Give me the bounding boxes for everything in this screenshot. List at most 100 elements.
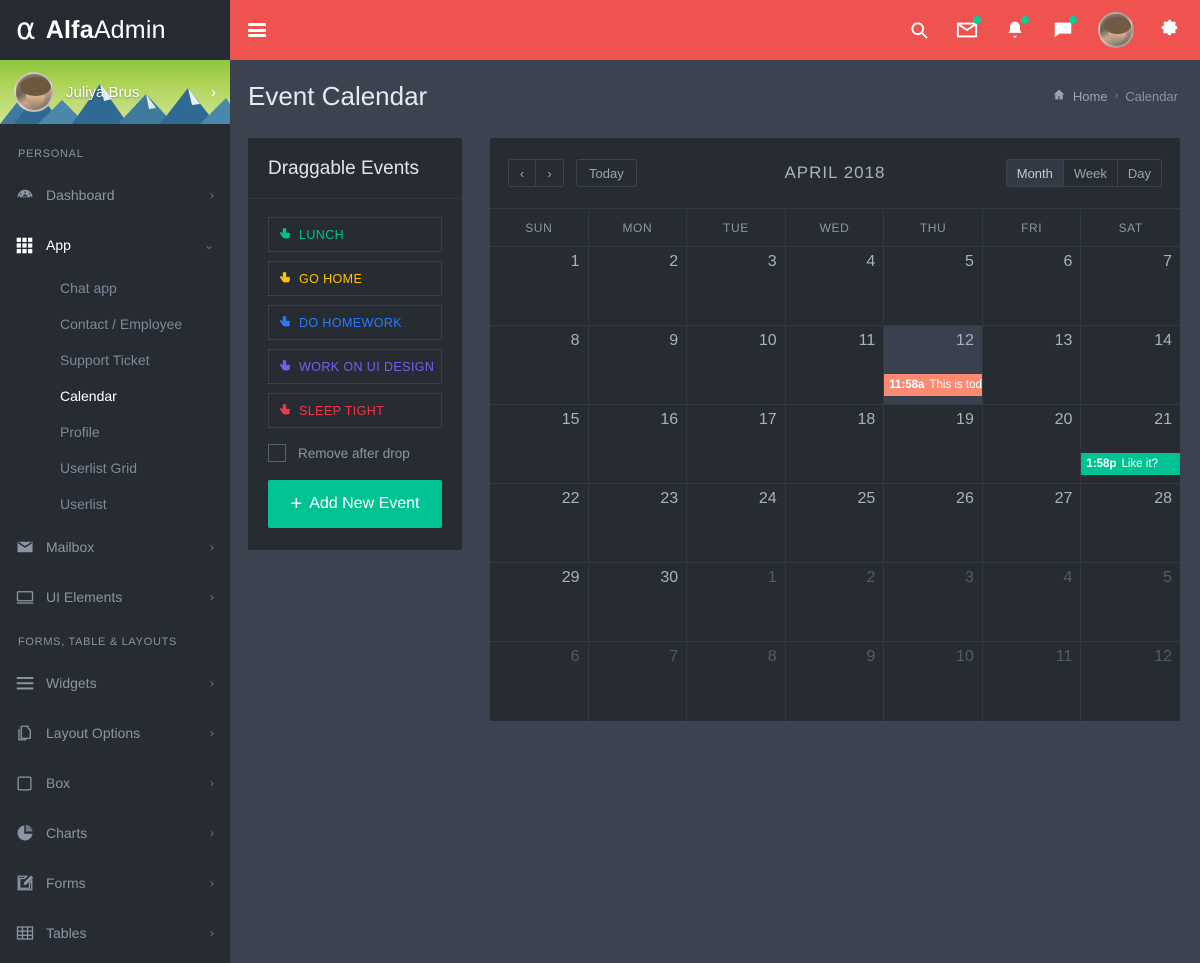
calendar-view-week-button[interactable]: Week — [1063, 159, 1118, 187]
sidebar-subitem-userlist-grid[interactable]: Userlist Grid — [0, 450, 230, 486]
sidebar-item-forms[interactable]: Forms › — [0, 858, 230, 908]
calendar-day-cell[interactable]: 3 — [687, 247, 786, 326]
draggable-event-label: DO HOMEWORK — [299, 315, 403, 330]
gear-icon[interactable] — [1156, 17, 1182, 43]
chevron-right-icon[interactable]: › — [210, 676, 214, 690]
draggable-event-lunch[interactable]: LUNCH — [268, 217, 442, 252]
chevron-right-icon[interactable]: › — [211, 84, 216, 101]
calendar-event[interactable]: 11:58a This is today — [884, 374, 982, 396]
user-avatar[interactable] — [1098, 12, 1134, 48]
add-new-event-button[interactable]: + Add New Event — [268, 480, 442, 528]
chevron-right-icon[interactable]: › — [210, 540, 214, 554]
calendar-day-cell[interactable]: 22 — [490, 484, 589, 563]
calendar-day-cell[interactable]: 4 — [785, 247, 885, 326]
calendar-prev-button[interactable]: ‹ — [508, 159, 536, 187]
calendar-day-cell[interactable]: 4 — [982, 563, 1082, 642]
calendar-day-cell[interactable]: 7 — [589, 642, 688, 721]
calendar-today-button[interactable]: Today — [576, 159, 637, 187]
sidebar-subitem-contact-employee[interactable]: Contact / Employee — [0, 306, 230, 342]
calendar-day-cell[interactable]: 16 — [588, 405, 688, 484]
calendar-day-cell[interactable]: 5 — [884, 247, 983, 326]
calendar-day-number: 8 — [767, 648, 777, 665]
chevron-right-icon[interactable]: › — [210, 776, 214, 790]
sidebar-item-box[interactable]: Box › — [0, 758, 230, 808]
chevron-right-icon[interactable]: › — [210, 590, 214, 604]
calendar-day-cell[interactable]: 2 — [588, 247, 688, 326]
chevron-right-icon[interactable]: › — [210, 188, 214, 202]
sidebar-item-tables[interactable]: Tables › — [0, 908, 230, 958]
chevron-right-icon[interactable]: › — [210, 726, 214, 740]
sidebar-item-label: Tables — [46, 925, 87, 941]
calendar-day-cell[interactable]: 23 — [588, 484, 688, 563]
calendar-day-cell[interactable]: 8 — [490, 326, 589, 405]
calendar-day-cell[interactable]: 30 — [588, 563, 688, 642]
calendar-day-cell[interactable]: 18 — [785, 405, 885, 484]
calendar-day-cell[interactable]: 17 — [687, 405, 786, 484]
chat-icon[interactable] — [1050, 16, 1077, 43]
calendar-day-cell[interactable]: 26 — [884, 484, 983, 563]
mail-icon[interactable] — [954, 16, 981, 43]
calendar-day-cell[interactable]: 8 — [687, 642, 786, 721]
breadcrumb-home[interactable]: Home — [1073, 89, 1108, 104]
calendar-day-cell[interactable]: 9 — [588, 326, 688, 405]
draggable-event-sleep-tight[interactable]: SLEEP TIGHT — [268, 393, 442, 428]
calendar-day-cell[interactable]: 1 — [490, 247, 589, 326]
chevron-right-icon[interactable]: › — [210, 876, 214, 890]
calendar-view-month-button[interactable]: Month — [1005, 159, 1064, 187]
draggable-event-do-homework[interactable]: DO HOMEWORK — [268, 305, 442, 340]
sidebar-subitem-support-ticket[interactable]: Support Ticket — [0, 342, 230, 378]
calendar-day-cell[interactable]: 24 — [687, 484, 786, 563]
calendar-day-cell[interactable]: 11 — [983, 642, 1082, 721]
remove-after-drop-checkbox[interactable] — [268, 444, 286, 462]
calendar-day-cell[interactable]: 28 — [1081, 484, 1180, 563]
search-icon[interactable] — [906, 17, 932, 43]
sidebar-item-ui-elements[interactable]: UI Elements › — [0, 572, 230, 622]
draggable-event-go-home[interactable]: GO HOME — [268, 261, 442, 296]
sidebar-item-dashboard[interactable]: Dashboard › — [0, 170, 230, 220]
calendar-day-cell[interactable]: 27 — [982, 484, 1082, 563]
calendar-day-cell[interactable]: 11 — [785, 326, 885, 405]
calendar-day-cell[interactable]: 12 — [1081, 642, 1180, 721]
draggable-event-work-on-ui-design[interactable]: WORK ON UI DESIGN — [268, 349, 442, 384]
calendar-day-cell[interactable]: 25 — [785, 484, 885, 563]
calendar-day-cell[interactable]: 9 — [786, 642, 885, 721]
calendar-day-cell[interactable]: 7 — [1081, 247, 1180, 326]
calendar-day-cell[interactable]: 20 — [982, 405, 1082, 484]
calendar-day-cell[interactable]: 19 — [884, 405, 983, 484]
sidebar-item-app[interactable]: App ⌄ — [0, 220, 230, 270]
calendar-day-cell[interactable]: 2 — [785, 563, 885, 642]
sidebar-item-charts[interactable]: Charts › — [0, 808, 230, 858]
calendar-day-cell[interactable]: 29 — [490, 563, 589, 642]
calendar-next-button[interactable]: › — [536, 159, 564, 187]
calendar-day-cell-today[interactable]: 12 11:58a This is today — [884, 326, 983, 405]
sidebar-item-layout-options[interactable]: Layout Options › — [0, 708, 230, 758]
calendar-day-cell[interactable]: 15 — [490, 405, 589, 484]
calendar-day-cell[interactable]: 10 — [687, 326, 786, 405]
chevron-down-icon[interactable]: ⌄ — [204, 238, 214, 252]
calendar-day-number: 18 — [857, 411, 876, 428]
calendar-event[interactable]: 1:58p Like it? — [1081, 453, 1180, 475]
chevron-right-icon[interactable]: › — [210, 926, 214, 940]
bell-icon[interactable] — [1002, 16, 1029, 43]
logo-bar[interactable]: α AlfaAdmin — [0, 0, 230, 60]
chevron-right-icon[interactable]: › — [210, 826, 214, 840]
sidebar-item-widgets[interactable]: Widgets › — [0, 658, 230, 708]
calendar-day-number: 2 — [669, 253, 679, 270]
sidebar-subitem-calendar[interactable]: Calendar — [0, 378, 230, 414]
sidebar-subitem-profile[interactable]: Profile — [0, 414, 230, 450]
sidebar-profile[interactable]: Juliya Brus › — [0, 60, 230, 124]
hamburger-icon[interactable] — [248, 23, 266, 37]
calendar-day-cell[interactable]: 3 — [884, 563, 983, 642]
calendar-day-cell[interactable]: 13 — [982, 326, 1082, 405]
calendar-day-cell[interactable]: 21 1:58p Like it? — [1081, 405, 1180, 484]
sidebar-subitem-userlist[interactable]: Userlist — [0, 486, 230, 522]
calendar-day-cell[interactable]: 6 — [490, 642, 589, 721]
sidebar-item-mailbox[interactable]: Mailbox › — [0, 522, 230, 572]
calendar-view-day-button[interactable]: Day — [1117, 159, 1162, 187]
calendar-day-cell[interactable]: 10 — [884, 642, 983, 721]
calendar-day-cell[interactable]: 14 — [1081, 326, 1180, 405]
calendar-day-cell[interactable]: 5 — [1081, 563, 1180, 642]
calendar-day-cell[interactable]: 1 — [687, 563, 786, 642]
calendar-day-cell[interactable]: 6 — [982, 247, 1082, 326]
sidebar-subitem-chat-app[interactable]: Chat app — [0, 270, 230, 306]
